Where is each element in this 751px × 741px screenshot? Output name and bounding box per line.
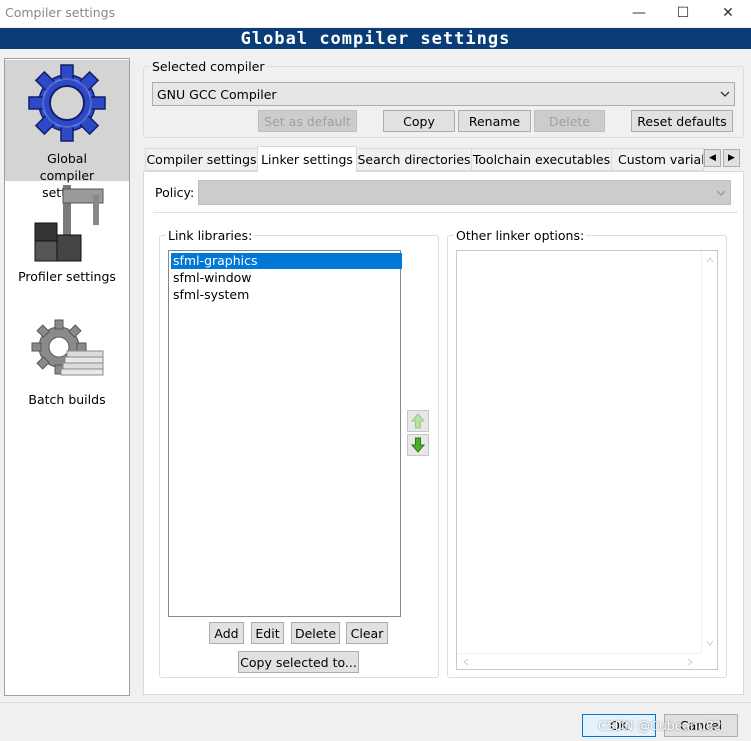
set-default-button[interactable]: Set as default — [258, 110, 357, 132]
copy-selected-button[interactable]: Copy selected to... — [238, 651, 359, 673]
horizontal-scrollbar[interactable] — [457, 653, 701, 669]
tab-custom-variables[interactable]: Custom variab — [611, 148, 704, 171]
compiler-select-value: GNU GCC Compiler — [157, 87, 277, 102]
vertical-scrollbar[interactable] — [701, 251, 717, 653]
scroll-up-icon — [706, 257, 714, 263]
tab-linker-settings[interactable]: Linker settings — [257, 146, 357, 172]
clear-libraries-button[interactable]: Clear — [346, 622, 388, 644]
dialog-footer-divider — [0, 702, 751, 703]
gear-icon — [28, 64, 106, 142]
arrow-up-icon — [410, 413, 426, 429]
link-libraries-list[interactable]: sfml-graphics sfml-window sfml-system — [168, 250, 402, 617]
tab-scroll-right-button[interactable]: ▶ — [723, 149, 740, 167]
tab-toolchain-executables[interactable]: Toolchain executables — [471, 148, 612, 171]
other-linker-options-textarea[interactable] — [456, 250, 718, 670]
policy-label: Policy: — [155, 185, 195, 200]
arrow-down-icon — [410, 437, 426, 453]
close-button[interactable]: ✕ — [706, 0, 750, 26]
reset-defaults-button[interactable]: Reset defaults — [631, 110, 733, 132]
watermark: CSDN @Cubeanu82 — [598, 718, 722, 733]
policy-divider — [153, 212, 738, 213]
scroll-down-icon — [706, 640, 714, 646]
list-item[interactable]: sfml-system — [171, 287, 402, 303]
copy-compiler-button[interactable]: Copy — [383, 110, 455, 132]
window-title: Compiler settings — [5, 5, 116, 20]
settings-category-panel: Global compiler settings Profiler settin… — [4, 58, 130, 696]
window-titlebar: Compiler settings — ☐ ✕ — [0, 0, 751, 27]
caliper-icon — [34, 185, 104, 262]
policy-select[interactable] — [198, 180, 731, 205]
compiler-select[interactable]: GNU GCC Compiler — [152, 82, 735, 106]
tab-compiler-settings[interactable]: Compiler settings — [145, 148, 258, 171]
move-down-button[interactable] — [407, 434, 429, 456]
arrow-right-icon: ▶ — [728, 153, 735, 163]
arrow-left-icon: ◀ — [709, 153, 716, 163]
minimize-icon: — — [632, 5, 646, 21]
tab-search-directories[interactable]: Search directories — [356, 148, 472, 171]
link-libraries-label: Link libraries: — [166, 228, 255, 243]
maximize-button[interactable]: ☐ — [661, 0, 705, 26]
scroll-right-icon — [687, 658, 693, 666]
rename-compiler-button[interactable]: Rename — [458, 110, 531, 132]
batch-builds-icon — [31, 319, 104, 376]
move-up-button[interactable] — [407, 410, 429, 432]
selected-compiler-label: Selected compiler — [150, 59, 267, 74]
add-library-button[interactable]: Add — [209, 622, 244, 644]
minimize-button[interactable]: — — [617, 0, 661, 26]
edit-library-button[interactable]: Edit — [251, 622, 284, 644]
category-profiler[interactable]: Profiler settings — [5, 185, 129, 289]
tab-scroll-left-button[interactable]: ◀ — [704, 149, 721, 167]
close-icon: ✕ — [722, 5, 734, 21]
category-batch-builds-label: Batch builds — [28, 392, 106, 407]
delete-compiler-button[interactable]: Delete — [534, 110, 605, 132]
list-item[interactable]: sfml-graphics — [171, 253, 402, 269]
category-global-compiler[interactable]: Global compiler settings — [5, 60, 129, 200]
settings-banner: Global compiler settings — [0, 28, 751, 49]
maximize-icon: ☐ — [676, 5, 690, 21]
category-batch-builds[interactable]: Batch builds — [5, 317, 129, 411]
other-linker-options-label: Other linker options: — [454, 228, 587, 243]
delete-library-button[interactable]: Delete — [291, 622, 340, 644]
chevron-down-icon — [720, 91, 730, 97]
chevron-down-icon — [716, 190, 726, 196]
category-profiler-label: Profiler settings — [18, 269, 116, 284]
list-item[interactable]: sfml-window — [171, 270, 402, 286]
scroll-left-icon — [463, 658, 469, 666]
